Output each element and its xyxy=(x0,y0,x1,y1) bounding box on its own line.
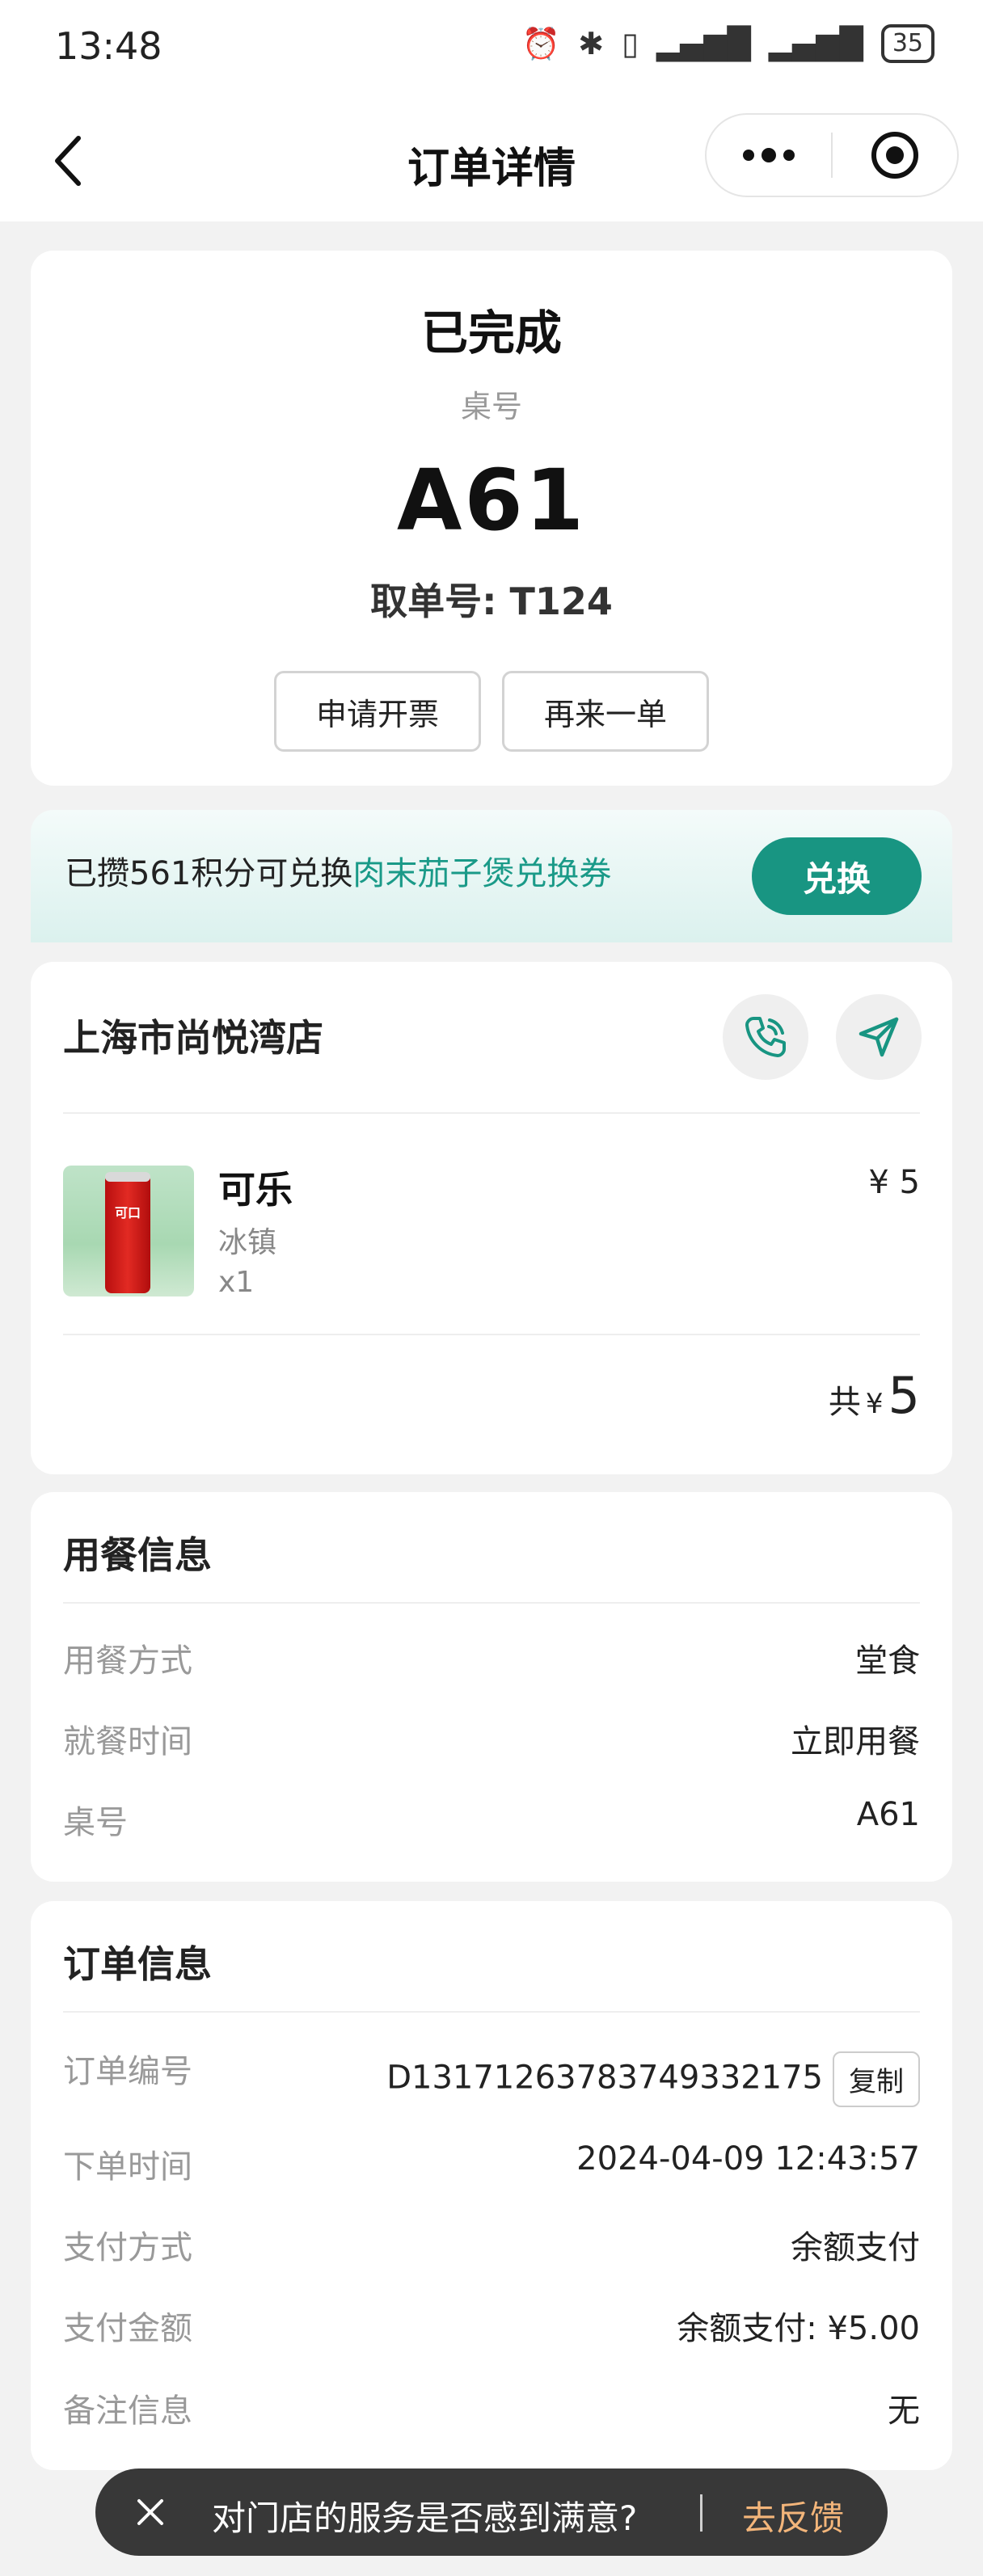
item-quantity: x1 xyxy=(218,1266,255,1299)
pickup-number: 取单号: T124 xyxy=(370,580,613,623)
order-row-payment-amount: 支付金额 余额支付: ¥5.00 xyxy=(63,2302,920,2350)
order-row-time: 下单时间 2024-04-09 12:43:57 xyxy=(63,2140,920,2189)
vibrate-icon: ▯ xyxy=(622,26,639,61)
order-row-payment-method: 支付方式 余额支付 xyxy=(63,2221,920,2270)
order-number-label: 订单编号 xyxy=(63,2053,192,2090)
battery-indicator: 35 xyxy=(880,24,934,63)
order-info-card: 订单信息 订单编号 D13171263783749332175 复制 下单时间 2… xyxy=(31,1901,952,2470)
more-dots-icon xyxy=(743,148,795,162)
order-total: 共 ¥ 5 xyxy=(829,1366,920,1425)
item-spec: 冰镇 xyxy=(218,1226,277,1259)
store-divider xyxy=(63,1112,920,1114)
close-icon xyxy=(137,2499,163,2525)
order-status: 已完成 xyxy=(420,306,562,360)
total-currency: ¥ xyxy=(865,1388,884,1420)
feedback-toast: 对门店的服务是否感到满意? 去反馈 xyxy=(95,2468,888,2556)
target-icon xyxy=(871,132,918,179)
call-store-button[interactable] xyxy=(723,994,808,1080)
order-time-value: 2024-04-09 12:43:57 xyxy=(576,2140,920,2178)
remark-value: 无 xyxy=(888,2393,920,2430)
dining-info-divider xyxy=(63,1602,920,1604)
action-buttons: 申请开票 再来一单 xyxy=(31,671,952,752)
remark-label: 备注信息 xyxy=(63,2393,192,2430)
dining-mode-label: 用餐方式 xyxy=(63,1642,192,1680)
more-button[interactable] xyxy=(707,115,831,196)
store-card: 上海市尚悦湾店 可口 可乐 冰镇 x1 ¥ 5 共 ¥ 5 xyxy=(31,962,952,1474)
dining-time-label: 就餐时间 xyxy=(63,1723,192,1760)
dining-info-card: 用餐信息 用餐方式 堂食 就餐时间 立即用餐 桌号 A61 xyxy=(31,1492,952,1882)
invoice-button[interactable]: 申请开票 xyxy=(274,671,481,752)
total-label: 共 xyxy=(828,1384,861,1421)
reorder-button[interactable]: 再来一单 xyxy=(502,671,709,752)
item-image: 可口 xyxy=(63,1166,194,1296)
dining-row-time: 就餐时间 立即用餐 xyxy=(63,1715,920,1764)
item-price: ¥ 5 xyxy=(868,1164,920,1201)
order-info-divider xyxy=(63,2011,920,2013)
order-number-value-group: D13171263783749332175 复制 xyxy=(386,2051,920,2107)
order-info-title: 订单信息 xyxy=(63,1942,212,1986)
nav-bar: 订单详情 xyxy=(0,100,983,221)
mini-program-capsule xyxy=(705,113,959,197)
alarm-icon: ⏰ xyxy=(521,25,561,61)
feedback-close-button[interactable] xyxy=(128,2490,173,2535)
points-highlight: 肉末茄子煲兑换券 xyxy=(352,855,612,892)
copy-button[interactable]: 复制 xyxy=(833,2051,920,2107)
signal-icon-2: ▂▄▆█ xyxy=(768,26,863,61)
feedback-link[interactable]: 去反馈 xyxy=(742,2491,844,2540)
order-number-value: D13171263783749332175 xyxy=(386,2059,823,2097)
dining-row-table: 桌号 A61 xyxy=(63,1796,920,1845)
order-status-card: 已完成 桌号 A61 取单号: T124 申请开票 再来一单 xyxy=(31,251,952,786)
status-icons: ⏰ ✱ ▯ ▂▄▆█ ▂▄▆█ 35 xyxy=(522,24,934,63)
order-time-label: 下单时间 xyxy=(63,2148,192,2186)
points-banner: 已攒561积分可兑换肉末茄子煲兑换券 兑换 xyxy=(31,810,952,942)
payment-method-label: 支付方式 xyxy=(63,2229,192,2266)
order-row-remark: 备注信息 无 xyxy=(63,2384,920,2433)
feedback-question: 对门店的服务是否感到满意? xyxy=(212,2498,638,2538)
dining-info-title: 用餐信息 xyxy=(63,1533,212,1577)
points-prefix: 已攒561积分可兑换 xyxy=(65,855,353,892)
navigation-arrow-icon xyxy=(859,1017,899,1057)
table-label: 桌号 xyxy=(460,389,522,424)
phone-icon xyxy=(745,1017,786,1057)
close-program-button[interactable] xyxy=(833,115,957,196)
payment-method-value: 余额支付 xyxy=(791,2229,920,2266)
cola-logo: 可口 xyxy=(114,1205,141,1221)
navigate-store-button[interactable] xyxy=(836,994,922,1080)
exchange-button[interactable]: 兑换 xyxy=(752,837,922,915)
status-time: 13:48 xyxy=(55,24,162,68)
item-name: 可乐 xyxy=(218,1168,293,1212)
dining-mode-value: 堂食 xyxy=(855,1642,920,1680)
bluetooth-icon: ✱ xyxy=(578,26,605,61)
cola-can-top xyxy=(105,1172,150,1182)
store-name: 上海市尚悦湾店 xyxy=(63,1016,323,1060)
signal-icon: ▂▄▆█ xyxy=(656,26,751,61)
feedback-separator xyxy=(700,2494,702,2532)
status-bar: 13:48 ⏰ ✱ ▯ ▂▄▆█ ▂▄▆█ 35 xyxy=(0,0,983,100)
order-row-number: 订单编号 D13171263783749332175 复制 xyxy=(63,2045,920,2107)
table-row-value: A61 xyxy=(856,1796,920,1833)
points-text: 已攒561积分可兑换肉末茄子煲兑换券 xyxy=(65,847,611,894)
cola-can-graphic xyxy=(105,1174,150,1293)
payment-amount-label: 支付金额 xyxy=(63,2310,192,2347)
payment-amount-value: 余额支付: ¥5.00 xyxy=(677,2310,920,2347)
dining-time-value: 立即用餐 xyxy=(791,1723,920,1760)
items-divider xyxy=(63,1334,920,1335)
table-number: A61 xyxy=(396,451,587,550)
dining-row-mode: 用餐方式 堂食 xyxy=(63,1634,920,1683)
table-row-label: 桌号 xyxy=(63,1804,128,1841)
total-value: 5 xyxy=(888,1366,920,1425)
